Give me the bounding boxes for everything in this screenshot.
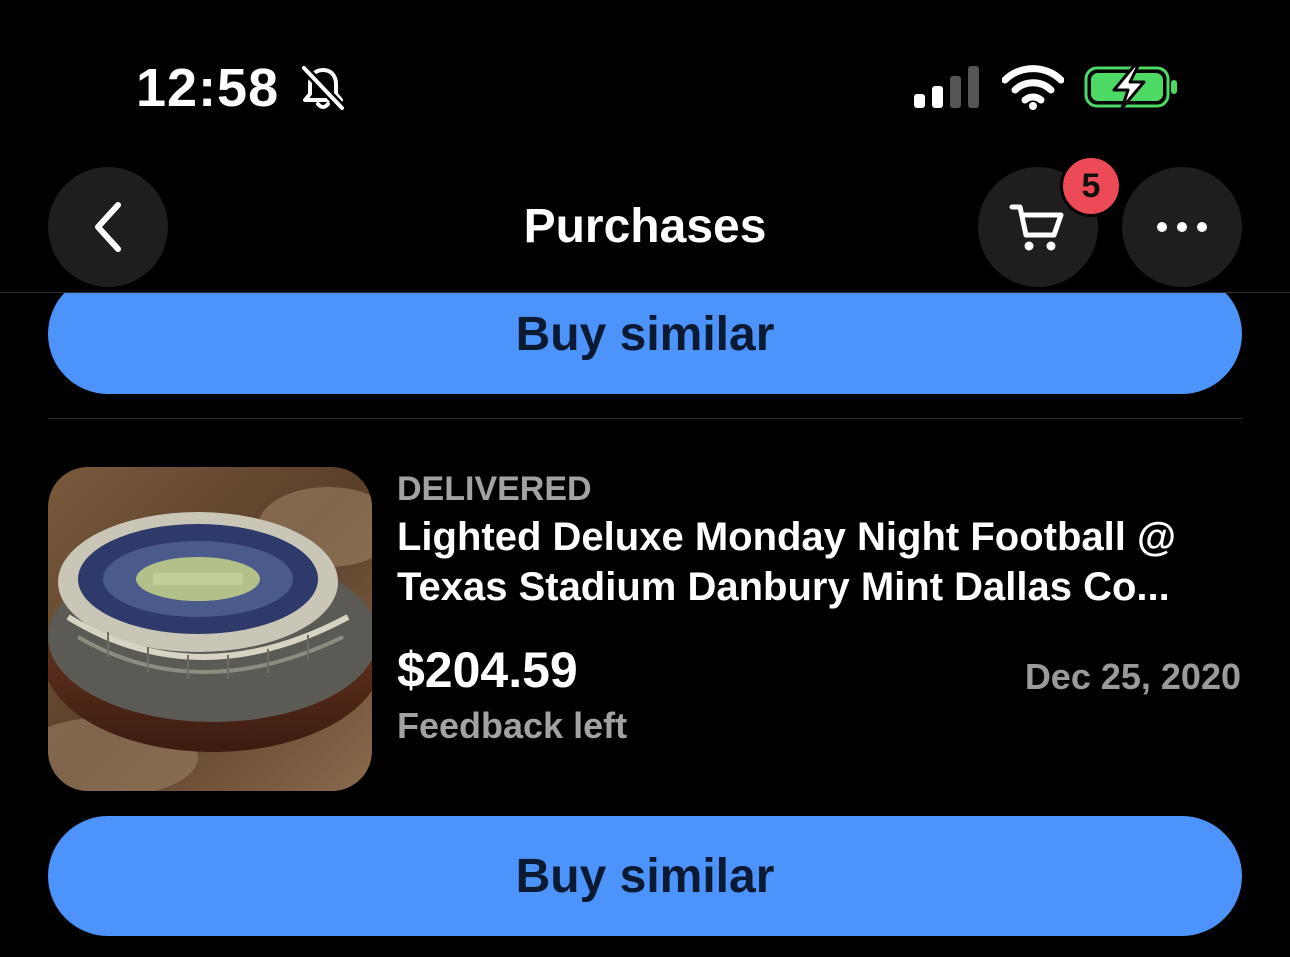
stadium-model-image <box>48 467 372 791</box>
feedback-status: Feedback left <box>397 705 628 746</box>
battery-charging-icon <box>1084 64 1177 110</box>
item-thumbnail[interactable] <box>48 467 372 791</box>
cart-count-badge: 5 <box>1060 155 1122 217</box>
more-options-button[interactable] <box>1122 167 1242 287</box>
ellipsis-icon <box>1157 222 1207 232</box>
item-title[interactable]: Lighted Deluxe Monday Night Football @ T… <box>397 512 1247 612</box>
buy-similar-label: Buy similar <box>515 307 775 361</box>
purchase-date: Dec 25, 2020 <box>1024 656 1241 697</box>
delivery-status: DELIVERED <box>397 470 592 508</box>
header-divider <box>0 292 1290 293</box>
cellular-signal-icon <box>914 66 979 108</box>
wifi-icon <box>1002 65 1064 110</box>
purchases-screen: Buy similar 12:58 Purchases 5 DELIVERED … <box>0 0 1290 957</box>
item-divider <box>48 418 1242 419</box>
status-time: 12:58 <box>136 58 280 118</box>
cart-icon <box>1009 204 1064 251</box>
buy-similar-button[interactable]: Buy similar <box>48 816 1242 936</box>
item-price: $204.59 <box>397 642 578 698</box>
bell-muted-icon <box>300 64 346 112</box>
buy-similar-label: Buy similar <box>515 849 775 903</box>
